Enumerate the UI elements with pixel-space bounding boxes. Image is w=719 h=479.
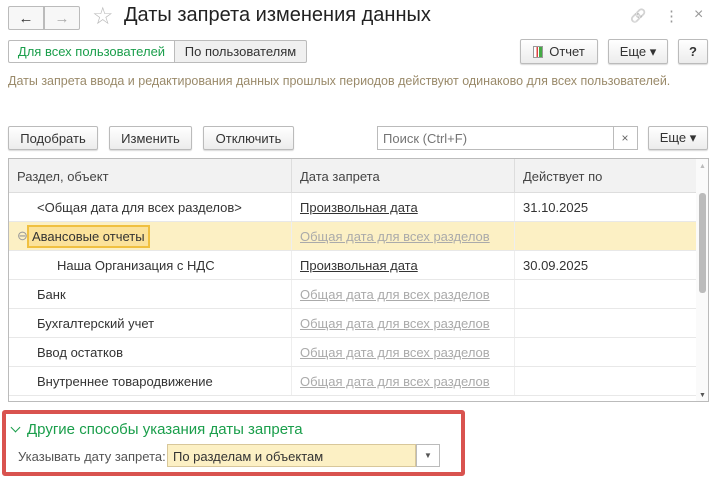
date-type-link[interactable]: Произвольная дата [300, 258, 418, 273]
table-header: Раздел, объект Дата запрета Действует по [9, 159, 697, 193]
table-row[interactable]: Бухгалтерский учет Общая дата для всех р… [9, 309, 697, 338]
section-name: <Общая дата для всех разделов> [37, 199, 242, 215]
dates-table: Раздел, объект Дата запрета Действует по… [8, 158, 709, 402]
column-header-date[interactable]: Дата запрета [292, 159, 515, 192]
forward-button[interactable]: → [44, 6, 80, 30]
back-button[interactable]: ← [8, 6, 44, 30]
section-name: Бухгалтерский учет [37, 315, 155, 331]
cell-date: Общая дата для всех разделов [292, 367, 515, 395]
star-icon[interactable]: ☆ [92, 2, 114, 31]
disable-button[interactable]: Отключить [203, 126, 294, 150]
section-name: Внутреннее товародвижение [37, 373, 213, 389]
link-icon[interactable]: 🔗 [630, 8, 646, 24]
cell-section: ⊖ Авансовые отчеты [9, 222, 292, 250]
date-type-link[interactable]: Общая дата для всех разделов [300, 345, 490, 360]
cell-date: Общая дата для всех разделов [292, 222, 515, 250]
cell-date: Общая дата для всех разделов [292, 309, 515, 337]
cell-section: Наша Организация с НДС [9, 251, 292, 279]
cell-section: Ввод остатков [9, 338, 292, 366]
help-button[interactable]: ? [678, 39, 708, 64]
cell-until: 31.10.2025 [523, 199, 589, 215]
edit-button[interactable]: Изменить [109, 126, 192, 150]
cell-until [515, 338, 697, 366]
date-type-link[interactable]: Произвольная дата [300, 200, 418, 215]
cell-section: Внутреннее товародвижение [9, 367, 292, 395]
date-type-link[interactable]: Общая дата для всех разделов [300, 229, 490, 244]
report-button[interactable]: Отчет [520, 39, 598, 64]
group-title: Другие способы указания даты запрета [27, 421, 303, 438]
chevron-down-icon [10, 422, 21, 433]
date-mode-label: Указывать дату запрета: [18, 449, 166, 464]
arrow-right-icon: → [54, 9, 70, 27]
cell-date: Общая дата для всех разделов [292, 338, 515, 366]
arrow-left-icon: ← [18, 9, 34, 27]
cell-until [515, 280, 697, 308]
more-options-icon[interactable]: ⋮ [664, 7, 679, 25]
search-input[interactable] [377, 126, 614, 150]
scrollbar[interactable]: ▲ ▼ [696, 159, 708, 401]
cell-until [515, 222, 697, 250]
section-name: Банк [37, 286, 66, 302]
date-type-link[interactable]: Общая дата для всех разделов [300, 316, 490, 331]
table-row[interactable]: Ввод остатков Общая дата для всех раздел… [9, 338, 697, 367]
date-type-link[interactable]: Общая дата для всех разделов [300, 287, 490, 302]
close-icon[interactable]: × [694, 6, 703, 24]
cell-date: Произвольная дата [292, 193, 515, 221]
cell-section: <Общая дата для всех разделов> [9, 193, 292, 221]
page-title: Даты запрета изменения данных [124, 4, 431, 26]
pick-button[interactable]: Подобрать [8, 126, 98, 150]
cell-until [515, 367, 697, 395]
table-row[interactable]: ⊖ Авансовые отчеты Общая дата для всех ра… [9, 222, 697, 251]
cell-until [515, 309, 697, 337]
cell-section: Банк [9, 280, 292, 308]
section-name: Наша Организация с НДС [57, 257, 215, 273]
scrollbar-thumb[interactable] [699, 193, 706, 293]
other-methods-group[interactable]: Другие способы указания даты запрета [10, 421, 303, 438]
section-name: Авансовые отчеты [27, 224, 150, 248]
table-row[interactable]: Банк Общая дата для всех разделов [9, 280, 697, 309]
table-row[interactable]: Внутреннее товародвижение Общая дата для… [9, 367, 697, 396]
table-row[interactable]: Наша Организация с НДС Произвольная дата… [9, 251, 697, 280]
column-header-until[interactable]: Действует по [515, 159, 697, 192]
more-button[interactable]: Еще ▾ [608, 39, 668, 64]
cell-until: 30.09.2025 [523, 257, 589, 273]
clear-search-button[interactable]: × [613, 126, 638, 150]
dropdown-arrow-icon[interactable]: ▼ [416, 444, 440, 467]
report-icon [533, 45, 544, 58]
date-type-link[interactable]: Общая дата для всех разделов [300, 374, 490, 389]
table-row[interactable]: <Общая дата для всех разделов> Произволь… [9, 193, 697, 222]
column-header-section[interactable]: Раздел, объект [9, 159, 292, 192]
date-mode-select[interactable]: По разделам и объектам [167, 444, 416, 467]
tab-all-users[interactable]: Для всех пользователей [8, 40, 175, 63]
description-text: Даты запрета ввода и редактирования данн… [8, 74, 671, 88]
cell-date: Произвольная дата [292, 251, 515, 279]
report-label: Отчет [549, 44, 585, 59]
table-more-button[interactable]: Еще ▾ [648, 126, 708, 150]
section-name: Ввод остатков [37, 344, 123, 360]
cell-date: Общая дата для всех разделов [292, 280, 515, 308]
cell-section: Бухгалтерский учет [9, 309, 292, 337]
tab-by-users[interactable]: По пользователям [174, 40, 307, 63]
